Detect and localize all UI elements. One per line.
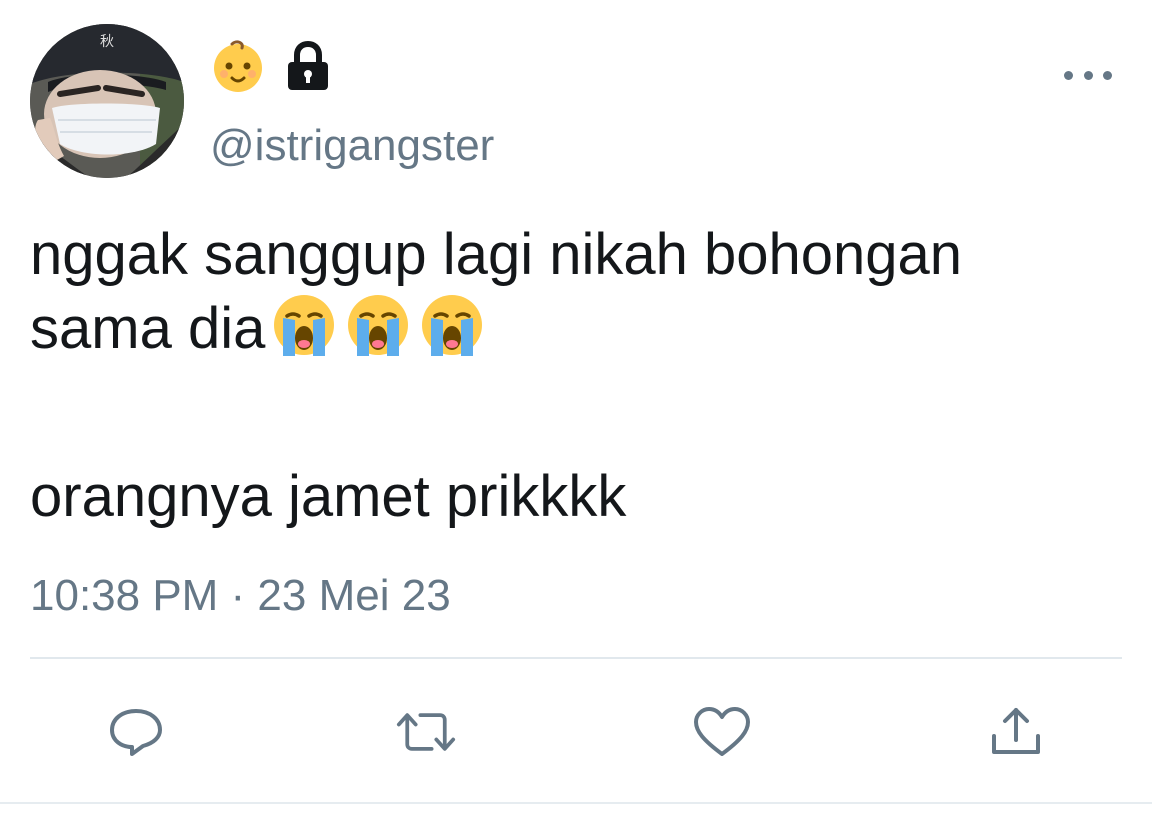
more-options-icon[interactable] <box>1064 64 1112 86</box>
tweet-text-line-with-emojis: sama dia <box>30 292 1110 366</box>
display-name-row[interactable] <box>210 38 332 94</box>
avatar-hat-text: 秋 <box>100 34 114 50</box>
tweet-text-segment: sama dia <box>30 296 266 361</box>
more-dot <box>1103 70 1112 80</box>
heart-icon <box>694 707 750 756</box>
divider <box>30 657 1122 659</box>
share-button[interactable] <box>986 704 1046 760</box>
more-dot <box>1083 70 1093 80</box>
avatar[interactable]: 秋 <box>30 24 184 178</box>
loudly-crying-face-emoji <box>422 295 483 356</box>
like-button[interactable] <box>692 704 752 760</box>
reply-button[interactable] <box>106 704 166 760</box>
retweet-button[interactable] <box>396 704 456 760</box>
retweet-icon <box>396 713 456 751</box>
lock-icon <box>288 40 328 90</box>
share-icon <box>992 708 1040 754</box>
baby-face-emoji <box>214 40 262 92</box>
tweet-text: nggak sanggup lagi nikah bohongan sama d… <box>30 218 1110 534</box>
tweet-card: 秋 @istrigangster nggak sanggup lagi nika… <box>0 0 1152 822</box>
loudly-crying-face-emoji <box>274 295 335 356</box>
tweet-text-line: nggak sanggup lagi nikah bohongan <box>30 222 963 287</box>
loudly-crying-face-emoji <box>348 295 409 356</box>
more-dot <box>1064 70 1073 80</box>
bottom-divider <box>0 802 1152 804</box>
tweet-text-line: orangnya jamet prikkkk <box>30 464 627 529</box>
avatar-photo: 秋 <box>30 24 184 178</box>
user-handle[interactable]: @istrigangster <box>210 120 494 172</box>
speech-bubble-icon <box>110 709 162 756</box>
tweet-timestamp[interactable]: 10:38 PM · 23 Mei 23 <box>30 570 451 622</box>
